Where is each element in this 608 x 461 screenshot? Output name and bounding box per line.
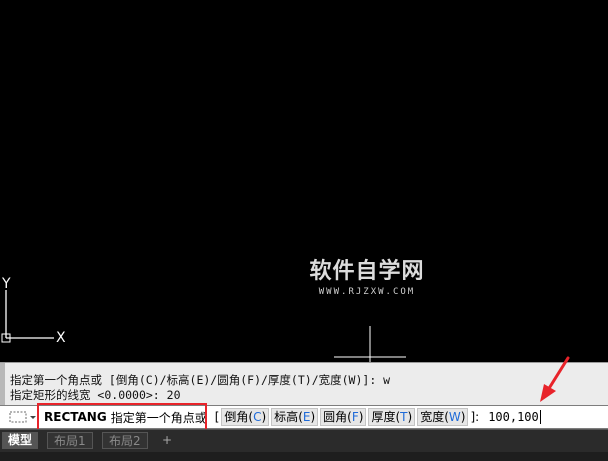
watermark-url: WWW.RJZXW.COM: [318, 287, 416, 297]
watermark-title: 软件自学网: [309, 259, 425, 284]
text-caret: [539, 410, 541, 424]
option-width[interactable]: 宽度(W): [417, 408, 469, 426]
history-line: 指定第一个角点或 [倒角(C)/标高(E)/圆角(F)/厚度(T)/宽度(W)]…: [10, 373, 391, 387]
history-line: 指定矩形的线宽 <0.0000>: 20: [10, 388, 181, 402]
crosshair-cursor: [334, 326, 406, 362]
ucs-y-label: Y: [1, 276, 11, 292]
tab-layout2[interactable]: 布局2: [102, 432, 148, 449]
option-key: T: [400, 410, 408, 424]
option-key: C: [253, 410, 262, 424]
ucs-x-label: X: [56, 330, 66, 346]
watermark: 软件自学网 WWW.RJZXW.COM: [292, 258, 442, 298]
options-bracket-close: ]:: [470, 410, 480, 424]
command-window-grip[interactable]: [0, 363, 5, 406]
tab-model[interactable]: 模型: [2, 432, 39, 449]
command-value[interactable]: 100,100: [488, 410, 539, 424]
options-bracket-open: [: [214, 410, 220, 424]
tab-layout1[interactable]: 布局1: [47, 432, 93, 449]
option-chamfer[interactable]: 倒角(C): [221, 408, 270, 426]
drawing-canvas[interactable]: Y X 软件自学网 WWW.RJZXW.COM: [0, 0, 608, 362]
command-history-dropdown-icon[interactable]: [8, 409, 38, 425]
ucs-icon: Y X: [1, 276, 66, 346]
option-key: W: [448, 410, 461, 424]
command-history: 指定第一个角点或 [倒角(C)/标高(E)/圆角(F)/厚度(T)/宽度(W)]…: [0, 362, 608, 406]
status-bar: [0, 452, 608, 461]
layout-tab-bar: 模型 布局1 布局2 +: [0, 429, 608, 461]
option-key: E: [302, 410, 311, 424]
option-key: F: [351, 410, 359, 424]
option-thickness[interactable]: 厚度(T): [368, 408, 416, 426]
tab-add-layout[interactable]: +: [156, 432, 178, 449]
option-fillet[interactable]: 圆角(F): [320, 408, 367, 426]
annotation-arrow-icon: [540, 356, 570, 402]
option-elevation[interactable]: 标高(E): [271, 408, 319, 426]
